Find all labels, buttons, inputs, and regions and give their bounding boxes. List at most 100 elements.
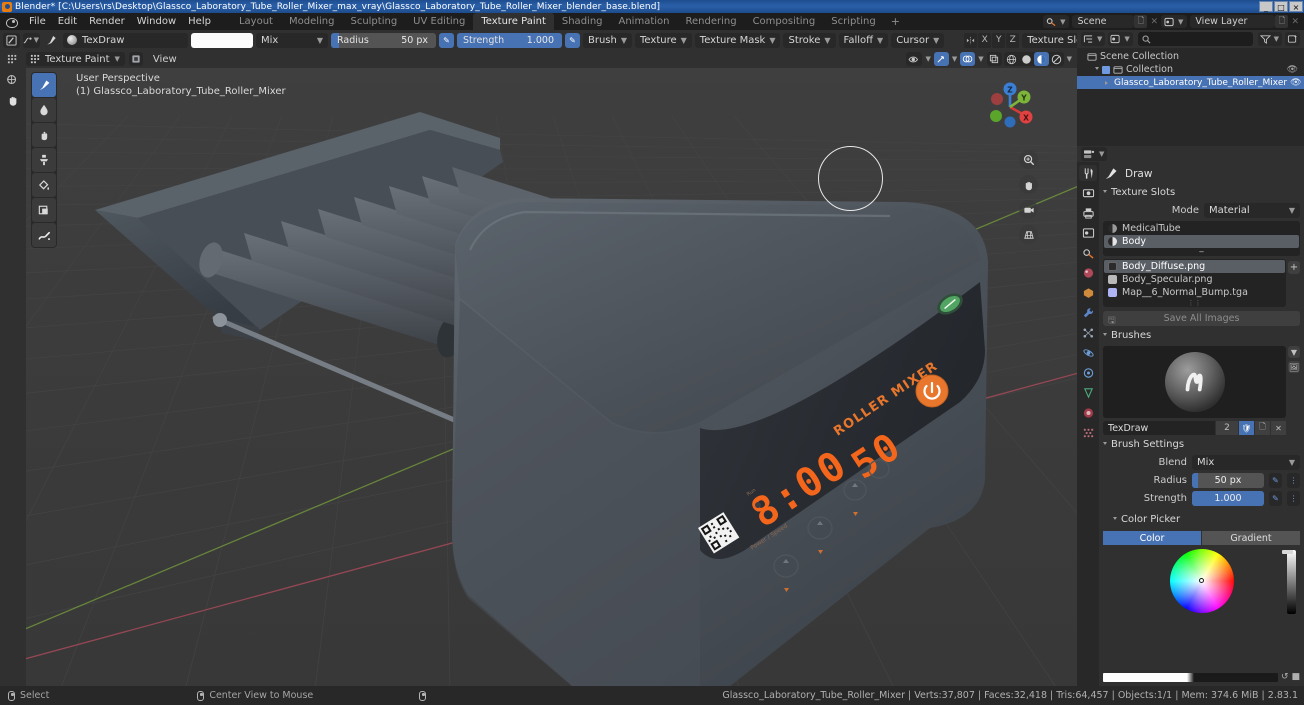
object-visibility-icon[interactable]: [906, 52, 923, 66]
texture-slots-section-header[interactable]: Texture Slots: [1103, 185, 1300, 200]
brush-unlink-button[interactable]: ✕: [1271, 421, 1286, 435]
gradient-tab[interactable]: Gradient: [1202, 531, 1300, 545]
add-texture-slot-button[interactable]: +: [1288, 261, 1300, 274]
new-view-layer-button[interactable]: 🗋: [1275, 15, 1289, 28]
swap-colors-icon[interactable]: ↺: [1281, 672, 1289, 682]
cursor-dropdown[interactable]: Cursor ▼: [891, 32, 945, 48]
properties-tab-scene[interactable]: [1079, 245, 1097, 261]
transform-orientation-icon[interactable]: [0, 70, 26, 90]
clone-tool-button[interactable]: [32, 148, 56, 172]
image-list-grip[interactable]: ⋮⋮: [1104, 299, 1285, 307]
zoom-view-button[interactable]: [1019, 150, 1038, 169]
properties-tab-view-layer[interactable]: [1079, 225, 1097, 241]
viewport-pivot-button[interactable]: [128, 52, 143, 66]
properties-tab-tool[interactable]: [1079, 165, 1097, 181]
material-slot-list[interactable]: MedicalTube Body ━: [1103, 221, 1300, 256]
properties-tab-texture[interactable]: [1079, 425, 1097, 441]
blend-mode-select[interactable]: Mix ▼: [256, 32, 328, 48]
outliner-new-collection-button[interactable]: [1285, 32, 1300, 46]
color-picker-expander-icon[interactable]: [1113, 517, 1117, 522]
symmetry-axis-x[interactable]: X: [978, 32, 992, 48]
menu-render[interactable]: Render: [83, 14, 131, 29]
view-layer-browse-icon[interactable]: ▼: [1161, 15, 1188, 28]
brushes-expander-icon[interactable]: [1103, 333, 1107, 338]
add-workspace-button[interactable]: +: [884, 15, 907, 28]
texture-slots-expander-icon[interactable]: [1103, 190, 1107, 195]
brushes-section-header[interactable]: Brushes: [1103, 328, 1300, 343]
strength-pressure-button[interactable]: ✎: [1269, 490, 1282, 506]
outliner-editor[interactable]: ▼ ▼ ▼ Scene Collection Collection 👁 Glas…: [1077, 30, 1304, 146]
brush-preview-panel[interactable]: [1103, 346, 1286, 418]
viewport-view-menu[interactable]: View: [147, 54, 183, 65]
color-wheel[interactable]: [1169, 549, 1234, 613]
properties-tab-object[interactable]: [1079, 285, 1097, 301]
strength-prop-slider[interactable]: 1.000: [1192, 490, 1264, 506]
texture-dropdown[interactable]: Texture ▼: [635, 32, 692, 48]
xray-toggle[interactable]: [986, 52, 1002, 66]
outliner-search-input[interactable]: [1137, 32, 1253, 46]
properties-tab-modifiers[interactable]: [1079, 305, 1097, 321]
draw-tool-button[interactable]: [32, 73, 56, 97]
image-slot-row[interactable]: Map__6_Normal_Bump.tga: [1104, 286, 1285, 299]
shading-rendered-button[interactable]: [1049, 52, 1064, 66]
material-slot-row[interactable]: Body: [1104, 235, 1299, 248]
collection-visibility-icon[interactable]: 👁: [1287, 65, 1298, 75]
active-tool-icon[interactable]: [3, 32, 20, 48]
tab-layout[interactable]: Layout: [231, 13, 281, 30]
menu-window[interactable]: Window: [131, 14, 182, 29]
save-all-images-button[interactable]: 🖫 Save All Images: [1103, 311, 1300, 326]
tab-compositing[interactable]: Compositing: [745, 13, 824, 30]
shading-mode-group[interactable]: [1003, 52, 1064, 66]
tab-sculpting[interactable]: Sculpting: [342, 13, 405, 30]
value-slider[interactable]: [1282, 550, 1296, 614]
menu-file[interactable]: File: [23, 14, 52, 29]
radius-pressure-button[interactable]: ✎: [1269, 472, 1282, 488]
radius-unit-button[interactable]: ⋮: [1287, 472, 1300, 488]
color-picker-section-header[interactable]: Color Picker: [1103, 512, 1300, 527]
brush-dropdown[interactable]: Brush ▼: [583, 32, 633, 48]
brush-preview-image-button[interactable]: 🖼: [1288, 361, 1300, 373]
new-scene-button[interactable]: 🗋: [1134, 15, 1148, 28]
minimize-button[interactable]: _: [1259, 1, 1273, 12]
tab-animation[interactable]: Animation: [611, 13, 678, 30]
properties-tab-physics[interactable]: [1079, 345, 1097, 361]
properties-editor[interactable]: ▼ Draw Texture Slots Mode Material ▼ Med…: [1077, 146, 1304, 686]
outliner-filter-mode-button[interactable]: ▼: [1108, 32, 1133, 46]
material-list-grip[interactable]: ━: [1104, 248, 1299, 256]
properties-tab-material[interactable]: [1079, 405, 1097, 421]
texture-mask-dropdown[interactable]: Texture Mask ▼: [694, 32, 781, 48]
collection-expander-icon[interactable]: [1095, 67, 1099, 72]
viewport-3d[interactable]: ROLLER MIXER 8:00 50 Power / Speed Run T…: [0, 50, 1077, 686]
brush-users-count[interactable]: 2: [1216, 421, 1238, 435]
outliner-row-scene-collection[interactable]: Scene Collection: [1077, 50, 1304, 63]
properties-tab-world[interactable]: [1079, 265, 1097, 281]
brush-fake-user-toggle[interactable]: 🛡: [1239, 421, 1254, 435]
properties-tab-constraints[interactable]: [1079, 365, 1097, 381]
show-gizmo-toggle[interactable]: [933, 52, 949, 66]
smear-tool-button[interactable]: [32, 123, 56, 147]
blend-select[interactable]: Mix ▼: [1192, 454, 1300, 470]
show-overlays-toggle[interactable]: [960, 52, 976, 66]
image-slot-row[interactable]: Body_Specular.png: [1104, 273, 1285, 286]
color-tab[interactable]: Color: [1103, 531, 1201, 545]
brush-falloff-dropdown[interactable]: ▼: [23, 32, 40, 48]
outliner-row-object[interactable]: Glassco_Laboratory_Tube_Roller_Mixer 👁: [1077, 76, 1304, 89]
editor-type-icon[interactable]: [0, 50, 26, 70]
remove-scene-button[interactable]: ✕: [1147, 17, 1161, 27]
tab-uv-editing[interactable]: UV Editing: [405, 13, 473, 30]
blender-logo-icon[interactable]: [4, 15, 19, 29]
color-gradient-bar[interactable]: [1103, 672, 1278, 682]
symmetry-icon[interactable]: [964, 32, 978, 48]
object-expander-icon[interactable]: [1105, 80, 1108, 85]
annotate-tool-button[interactable]: [32, 223, 56, 247]
radius-pressure-toggle[interactable]: ✎: [439, 32, 454, 48]
properties-editor-type-button[interactable]: ▼: [1081, 147, 1108, 161]
properties-tab-render[interactable]: [1079, 185, 1097, 201]
properties-tab-output[interactable]: [1079, 205, 1097, 221]
tab-modeling[interactable]: Modeling: [281, 13, 343, 30]
tab-texture-paint[interactable]: Texture Paint: [473, 13, 554, 30]
shading-material-preview-button[interactable]: [1033, 52, 1049, 66]
soften-tool-button[interactable]: [32, 98, 56, 122]
brush-preset-dropdown-button[interactable]: ▼: [1288, 346, 1300, 358]
close-button[interactable]: ×: [1289, 1, 1303, 12]
